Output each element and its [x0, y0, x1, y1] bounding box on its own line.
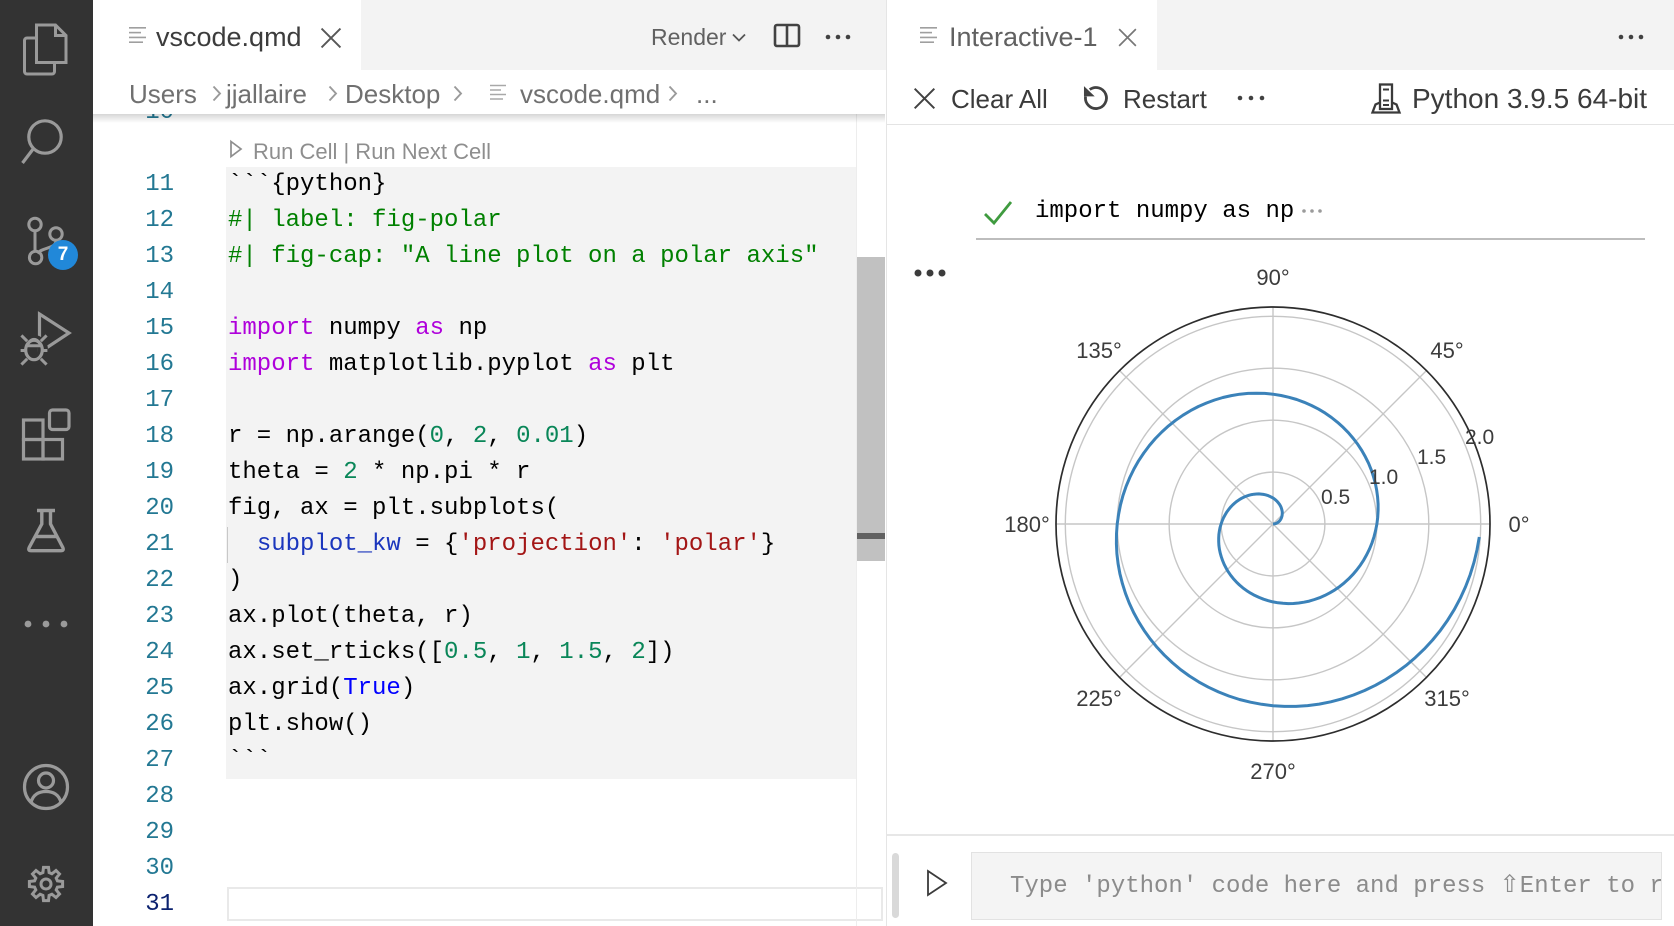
svg-text:315°: 315° — [1424, 686, 1470, 711]
svg-text:2.0: 2.0 — [1465, 426, 1494, 449]
svg-text:0°: 0° — [1508, 512, 1529, 537]
svg-text:1.0: 1.0 — [1369, 466, 1398, 489]
svg-text:225°: 225° — [1076, 686, 1122, 711]
svg-text:1.5: 1.5 — [1417, 446, 1446, 469]
svg-text:90°: 90° — [1256, 265, 1289, 290]
svg-text:180°: 180° — [1004, 512, 1050, 537]
svg-text:270°: 270° — [1250, 759, 1296, 784]
svg-text:135°: 135° — [1076, 338, 1122, 363]
svg-text:0.5: 0.5 — [1321, 486, 1350, 509]
svg-text:45°: 45° — [1430, 338, 1463, 363]
